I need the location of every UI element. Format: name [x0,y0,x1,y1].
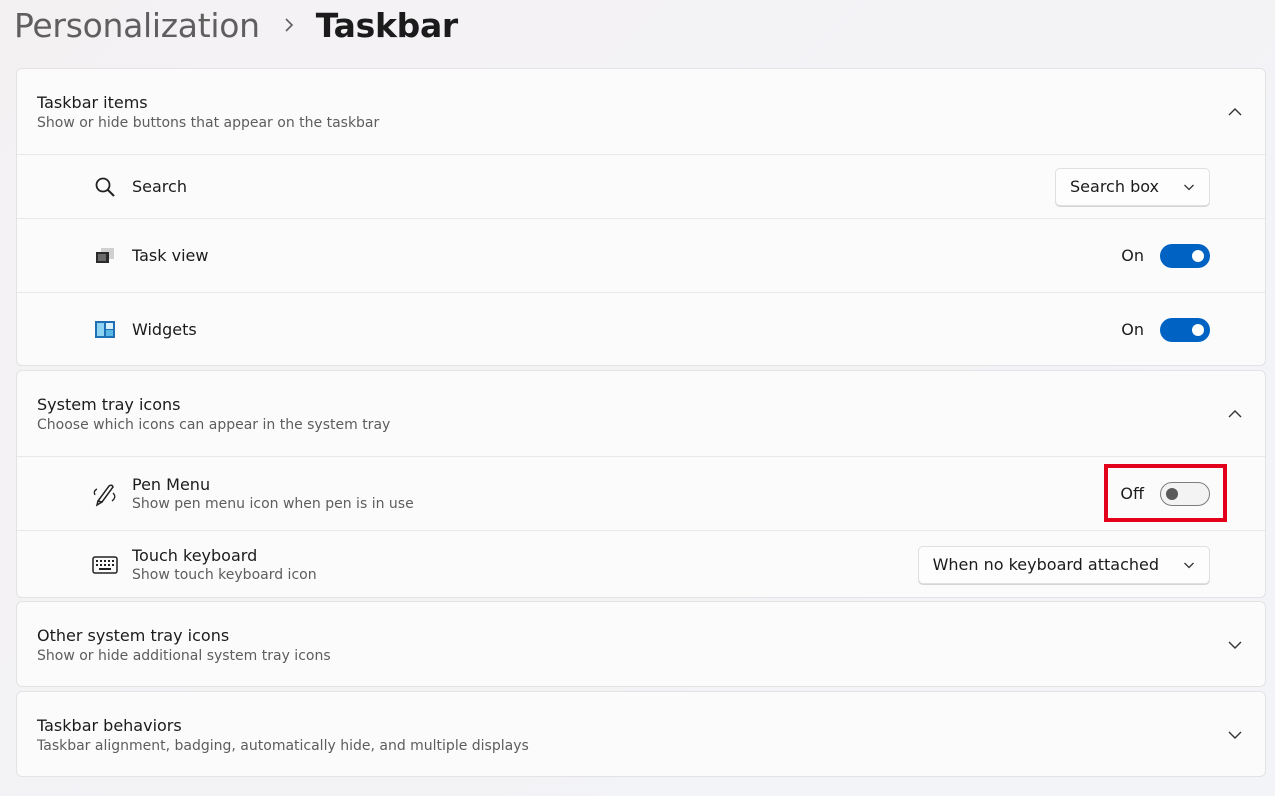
search-mode-value: Search box [1070,177,1159,196]
taskbar-behaviors-title: Taskbar behaviors [37,715,182,735]
task-view-toggle[interactable] [1160,243,1210,268]
chevron-down-icon [1184,184,1194,190]
task-view-state: On [1121,246,1144,265]
search-mode-dropdown[interactable]: Search box [1055,167,1210,206]
touch-keyboard-dropdown[interactable]: When no keyboard attached [917,545,1210,584]
widgets-icon [92,317,118,343]
taskbar-items-section: Taskbar items Show or hide buttons that … [16,68,1266,366]
taskbar-behaviors-subtitle: Taskbar alignment, badging, automaticall… [37,737,529,754]
page-title: Taskbar [315,5,458,45]
task-view-icon [92,243,118,269]
taskbar-items-subtitle: Show or hide buttons that appear on the … [37,114,380,131]
other-tray-section[interactable]: Other system tray icons Show or hide add… [16,601,1266,687]
search-icon [92,174,118,200]
system-tray-section: System tray icons Choose which icons can… [16,370,1266,598]
breadcrumb-separator-icon [284,13,294,37]
other-tray-title: Other system tray icons [37,625,230,645]
system-tray-title: System tray icons [37,394,181,414]
widgets-toggle[interactable] [1160,317,1210,342]
widgets-row: Widgets On [17,292,1265,365]
pen-menu-state: Off [1120,484,1144,503]
chevron-down-icon[interactable] [1227,727,1243,743]
pen-menu-row: Pen Menu Show pen menu icon when pen is … [17,456,1265,530]
touch-keyboard-value: When no keyboard attached [932,555,1159,574]
widgets-state: On [1121,320,1144,339]
chevron-down-icon [1184,562,1194,568]
search-label: Search [132,177,187,196]
touch-keyboard-description: Show touch keyboard icon [132,567,317,583]
other-tray-subtitle: Show or hide additional system tray icon… [37,647,331,664]
chevron-down-icon[interactable] [1227,637,1243,653]
touch-keyboard-label: Touch keyboard [132,546,258,565]
taskbar-behaviors-header[interactable]: Taskbar behaviors Taskbar alignment, bad… [17,692,1265,776]
pen-menu-label: Pen Menu [132,475,211,494]
touch-keyboard-row: Touch keyboard Show touch keyboard icon … [17,530,1265,597]
pen-menu-description: Show pen menu icon when pen is in use [132,496,414,512]
system-tray-subtitle: Choose which icons can appear in the sys… [37,416,391,433]
breadcrumb: Personalization Taskbar [14,0,458,50]
pen-menu-toggle[interactable] [1160,481,1210,506]
widgets-label: Widgets [132,320,197,339]
chevron-up-icon[interactable] [1227,406,1243,422]
task-view-row: Task view On [17,218,1265,292]
taskbar-items-header[interactable]: Taskbar items Show or hide buttons that … [17,69,1265,154]
taskbar-behaviors-section[interactable]: Taskbar behaviors Taskbar alignment, bad… [16,691,1266,777]
system-tray-header[interactable]: System tray icons Choose which icons can… [17,371,1265,456]
keyboard-icon [92,552,118,578]
task-view-label: Task view [132,246,209,265]
chevron-up-icon[interactable] [1227,104,1243,120]
taskbar-items-title: Taskbar items [37,92,148,112]
other-tray-header[interactable]: Other system tray icons Show or hide add… [17,602,1265,686]
pen-icon [92,481,118,507]
search-row: Search Search box [17,154,1265,218]
breadcrumb-personalization[interactable]: Personalization [14,6,260,45]
